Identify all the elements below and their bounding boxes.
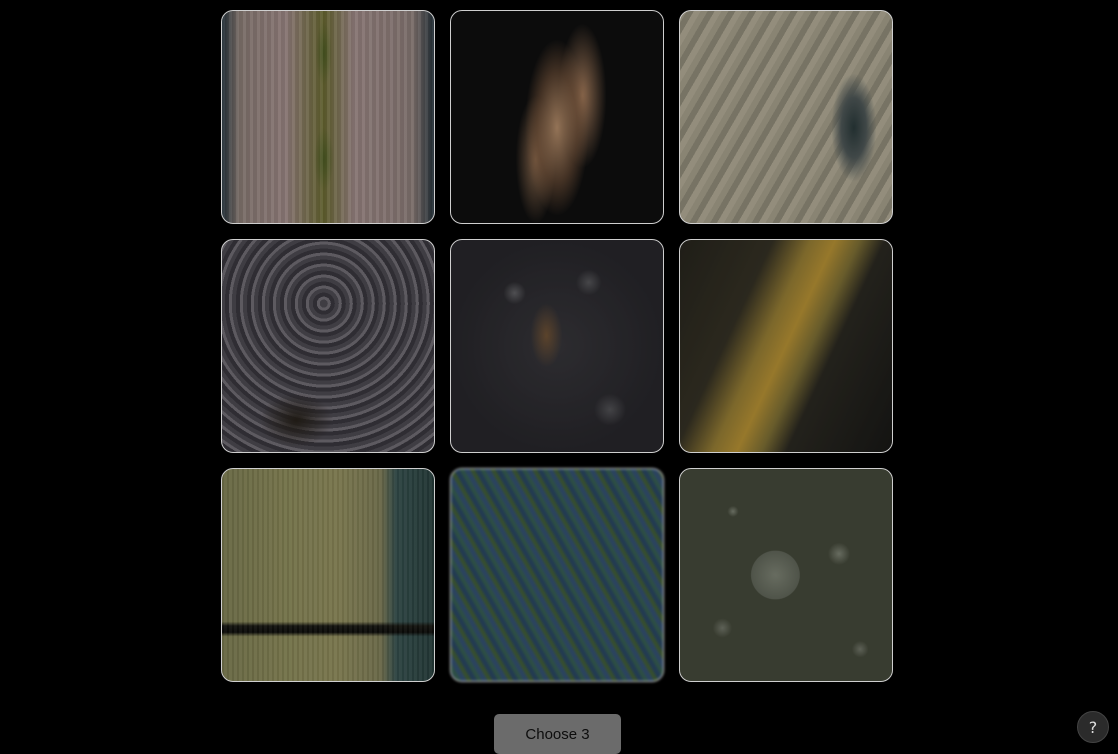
image-tile-2[interactable] xyxy=(450,10,664,224)
tile-dim-overlay xyxy=(680,469,892,681)
image-tile-5[interactable] xyxy=(450,239,664,453)
tile-dim-overlay xyxy=(680,11,892,223)
tile-dim-overlay xyxy=(451,469,663,681)
tile-dim-overlay xyxy=(222,11,434,223)
image-tile-4[interactable] xyxy=(221,239,435,453)
choose-button[interactable]: Choose 3 xyxy=(494,714,621,754)
tile-dim-overlay xyxy=(451,240,663,452)
image-tile-6[interactable] xyxy=(679,239,893,453)
question-mark-icon: ? xyxy=(1088,717,1098,737)
image-tile-1[interactable] xyxy=(221,10,435,224)
image-tile-7[interactable] xyxy=(221,468,435,682)
tile-dim-overlay xyxy=(222,469,434,681)
image-choice-grid xyxy=(221,10,894,682)
tile-dim-overlay xyxy=(451,11,663,223)
help-button[interactable]: ? xyxy=(1077,711,1109,743)
tile-dim-overlay xyxy=(680,240,892,452)
image-tile-9[interactable] xyxy=(679,468,893,682)
image-tile-8[interactable] xyxy=(450,468,664,682)
image-tile-3[interactable] xyxy=(679,10,893,224)
tile-dim-overlay xyxy=(222,240,434,452)
